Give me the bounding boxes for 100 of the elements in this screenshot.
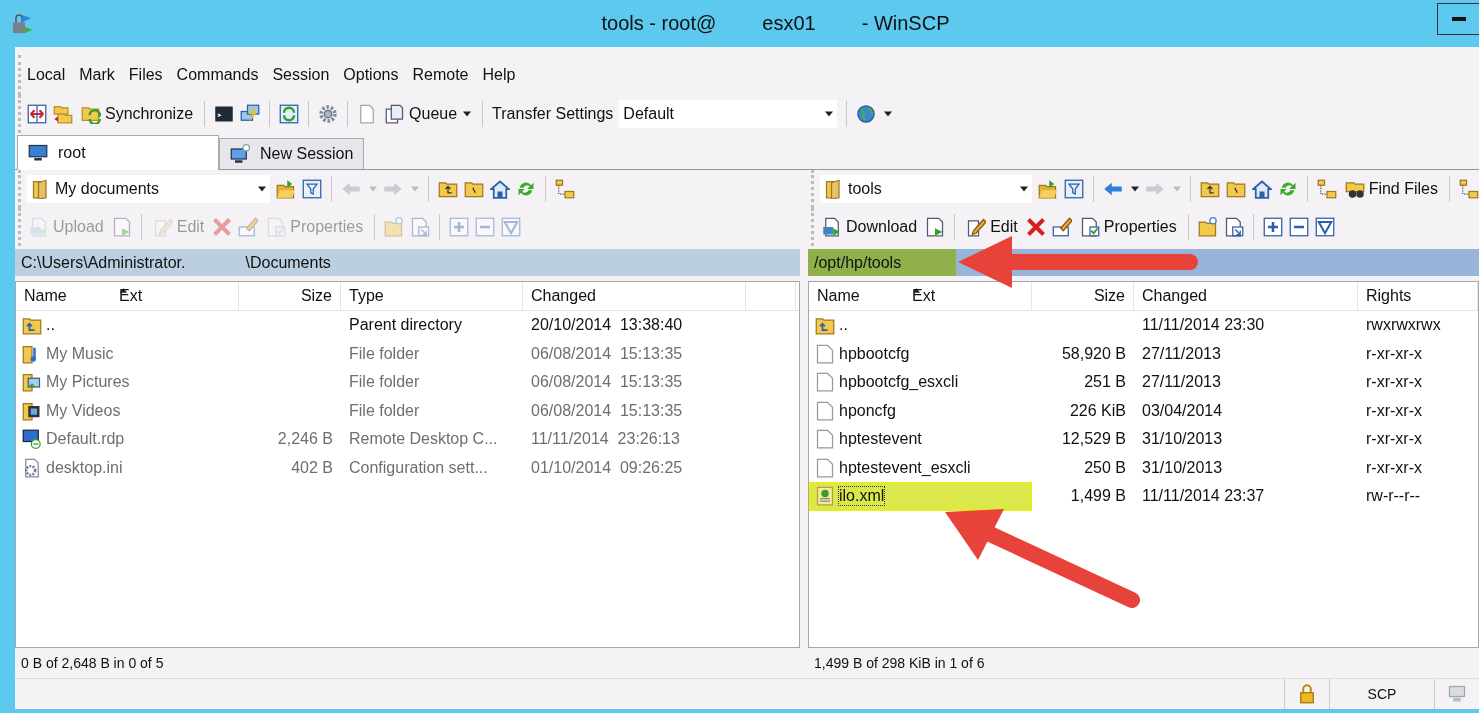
home-icon xyxy=(490,179,510,199)
compare-icon xyxy=(27,104,47,124)
parent-folder-icon xyxy=(438,179,458,199)
file-name-cell[interactable]: hptestevent xyxy=(809,425,1032,454)
document-arrow-icon xyxy=(925,217,946,237)
delete-icon xyxy=(1025,217,1046,237)
location-dropdown[interactable]: tools xyxy=(820,175,1032,203)
menu-item[interactable]: Mark xyxy=(79,66,115,84)
column-header[interactable]: Ext xyxy=(111,282,239,310)
table-cell-text: 226 KiB xyxy=(1068,400,1127,421)
table-cell-text: File folder xyxy=(348,372,421,393)
synchronize-button[interactable]: Synchronize xyxy=(79,102,196,126)
menu-item[interactable]: Files xyxy=(128,66,163,84)
plus-icon xyxy=(1262,217,1283,237)
minus-icon xyxy=(1288,217,1309,237)
queue-button[interactable]: Queue xyxy=(383,102,474,126)
selection-status: 0 B of 2,648 B in 0 of 5 xyxy=(21,655,164,671)
table-cell-text: rw-r--r-- xyxy=(1365,486,1422,507)
table-cell-text: 250 B xyxy=(1083,457,1127,478)
table-cell-text: 06/08/2014 15:13:35 xyxy=(530,400,684,421)
minimize-button[interactable] xyxy=(1437,2,1479,35)
menu-item[interactable]: Commands xyxy=(176,66,259,84)
settings-icon xyxy=(318,104,339,124)
file-name-cell[interactable]: My Music xyxy=(16,339,239,368)
plus-icon xyxy=(449,217,470,237)
minimize-icon xyxy=(1451,16,1466,21)
parent-folder-icon xyxy=(22,315,42,336)
column-header[interactable]: Rights xyxy=(1358,282,1478,310)
column-header[interactable]: Type xyxy=(341,282,523,310)
table-cell-text: 11/11/2014 23:30 xyxy=(1141,315,1266,336)
parent-folder-icon xyxy=(815,315,835,336)
menu-item[interactable]: Options xyxy=(343,66,399,84)
transfer-button[interactable]: Download xyxy=(820,215,920,239)
file-name-cell[interactable]: hponcfg xyxy=(809,396,1032,425)
monitor-icon xyxy=(1447,684,1467,704)
file-name-cell[interactable]: My Videos xyxy=(16,396,239,425)
session-tab[interactable]: root xyxy=(17,135,219,170)
column-header[interactable]: Name xyxy=(16,282,111,310)
tree-icon xyxy=(1316,179,1337,199)
computers-icon xyxy=(240,104,261,124)
table-cell-text: 03/04/2014 xyxy=(1141,400,1224,421)
terminal-icon xyxy=(214,104,235,124)
new-folder-icon xyxy=(384,217,405,237)
file-name-cell[interactable]: hptestevent_esxcli xyxy=(809,453,1032,482)
minus-icon xyxy=(475,217,496,237)
open-folder-icon xyxy=(276,179,296,199)
session-tab[interactable]: New Session xyxy=(219,138,365,169)
column-header[interactable]: Changed xyxy=(523,282,746,310)
file-name-cell[interactable]: hpbootcfg_esxcli xyxy=(809,368,1032,397)
table-cell-text: r-xr-xr-x xyxy=(1365,429,1423,450)
table-cell-text: rwxrwxrwx xyxy=(1365,315,1442,336)
window-title: tools - root@ xyxy=(601,12,717,35)
pencil-icon xyxy=(152,217,173,237)
properties-icon xyxy=(266,217,287,237)
file-name-cell[interactable]: hpbootcfg xyxy=(809,339,1032,368)
location-dropdown[interactable]: My documents xyxy=(27,175,270,203)
menu-item[interactable]: Local xyxy=(27,66,66,84)
tree-icon xyxy=(1459,179,1479,199)
edit-button[interactable]: Edit xyxy=(964,215,1020,239)
transfer-settings-dropdown[interactable]: Default xyxy=(619,100,838,128)
column-header[interactable]: Size xyxy=(1032,282,1134,310)
table-cell-text: 402 B xyxy=(290,457,334,478)
documents-icon xyxy=(385,104,406,124)
table-cell-text: r-xr-xr-x xyxy=(1365,343,1423,364)
table-cell-text: 12,529 B xyxy=(1060,429,1127,450)
file-name-cell[interactable]: .. xyxy=(16,311,239,340)
table-cell-text: 11/11/2014 23:26:13 xyxy=(530,429,681,450)
file-icon xyxy=(815,429,835,450)
file-name-cell[interactable]: ilo.xml xyxy=(809,482,1032,511)
protocol-label: SCP xyxy=(1367,686,1397,702)
table-cell-text: 06/08/2014 15:13:35 xyxy=(530,343,684,364)
column-header[interactable]: Name xyxy=(809,282,904,310)
rename-icon xyxy=(238,217,259,237)
menu-item[interactable]: Session xyxy=(272,66,330,84)
file-name-cell[interactable]: Default.rdp xyxy=(16,425,239,454)
new-session-icon xyxy=(230,144,250,164)
properties-button[interactable]: Properties xyxy=(1077,215,1179,239)
file-name-cell[interactable]: My Pictures xyxy=(16,368,239,397)
document-arrow-icon xyxy=(111,217,132,237)
caret-icon xyxy=(884,110,893,118)
menu-item[interactable]: Help xyxy=(482,66,516,84)
caret-icon xyxy=(463,110,472,118)
file-icon xyxy=(815,457,835,478)
table-cell-text: 1,499 B xyxy=(1069,486,1127,507)
tree-icon xyxy=(555,179,575,199)
home-icon xyxy=(1251,179,1272,199)
menu-item[interactable]: Remote xyxy=(412,66,469,84)
file-name-cell[interactable]: desktop.ini xyxy=(16,453,239,482)
table-cell-text: Configuration sett... xyxy=(348,457,489,478)
open-folder-icon xyxy=(1037,179,1058,199)
filter-icon xyxy=(302,179,322,199)
parent-folder-icon xyxy=(1199,179,1220,199)
column-header[interactable]: Changed xyxy=(1134,282,1358,310)
document-arrow-icon xyxy=(822,217,842,237)
find-files-button[interactable]: Find Files xyxy=(1342,177,1440,201)
column-header[interactable]: Size xyxy=(239,282,341,310)
file-icon xyxy=(815,372,835,393)
shortcut-icon xyxy=(410,217,431,237)
file-name-cell[interactable]: .. xyxy=(809,311,1032,340)
root-folder-icon xyxy=(464,179,484,199)
